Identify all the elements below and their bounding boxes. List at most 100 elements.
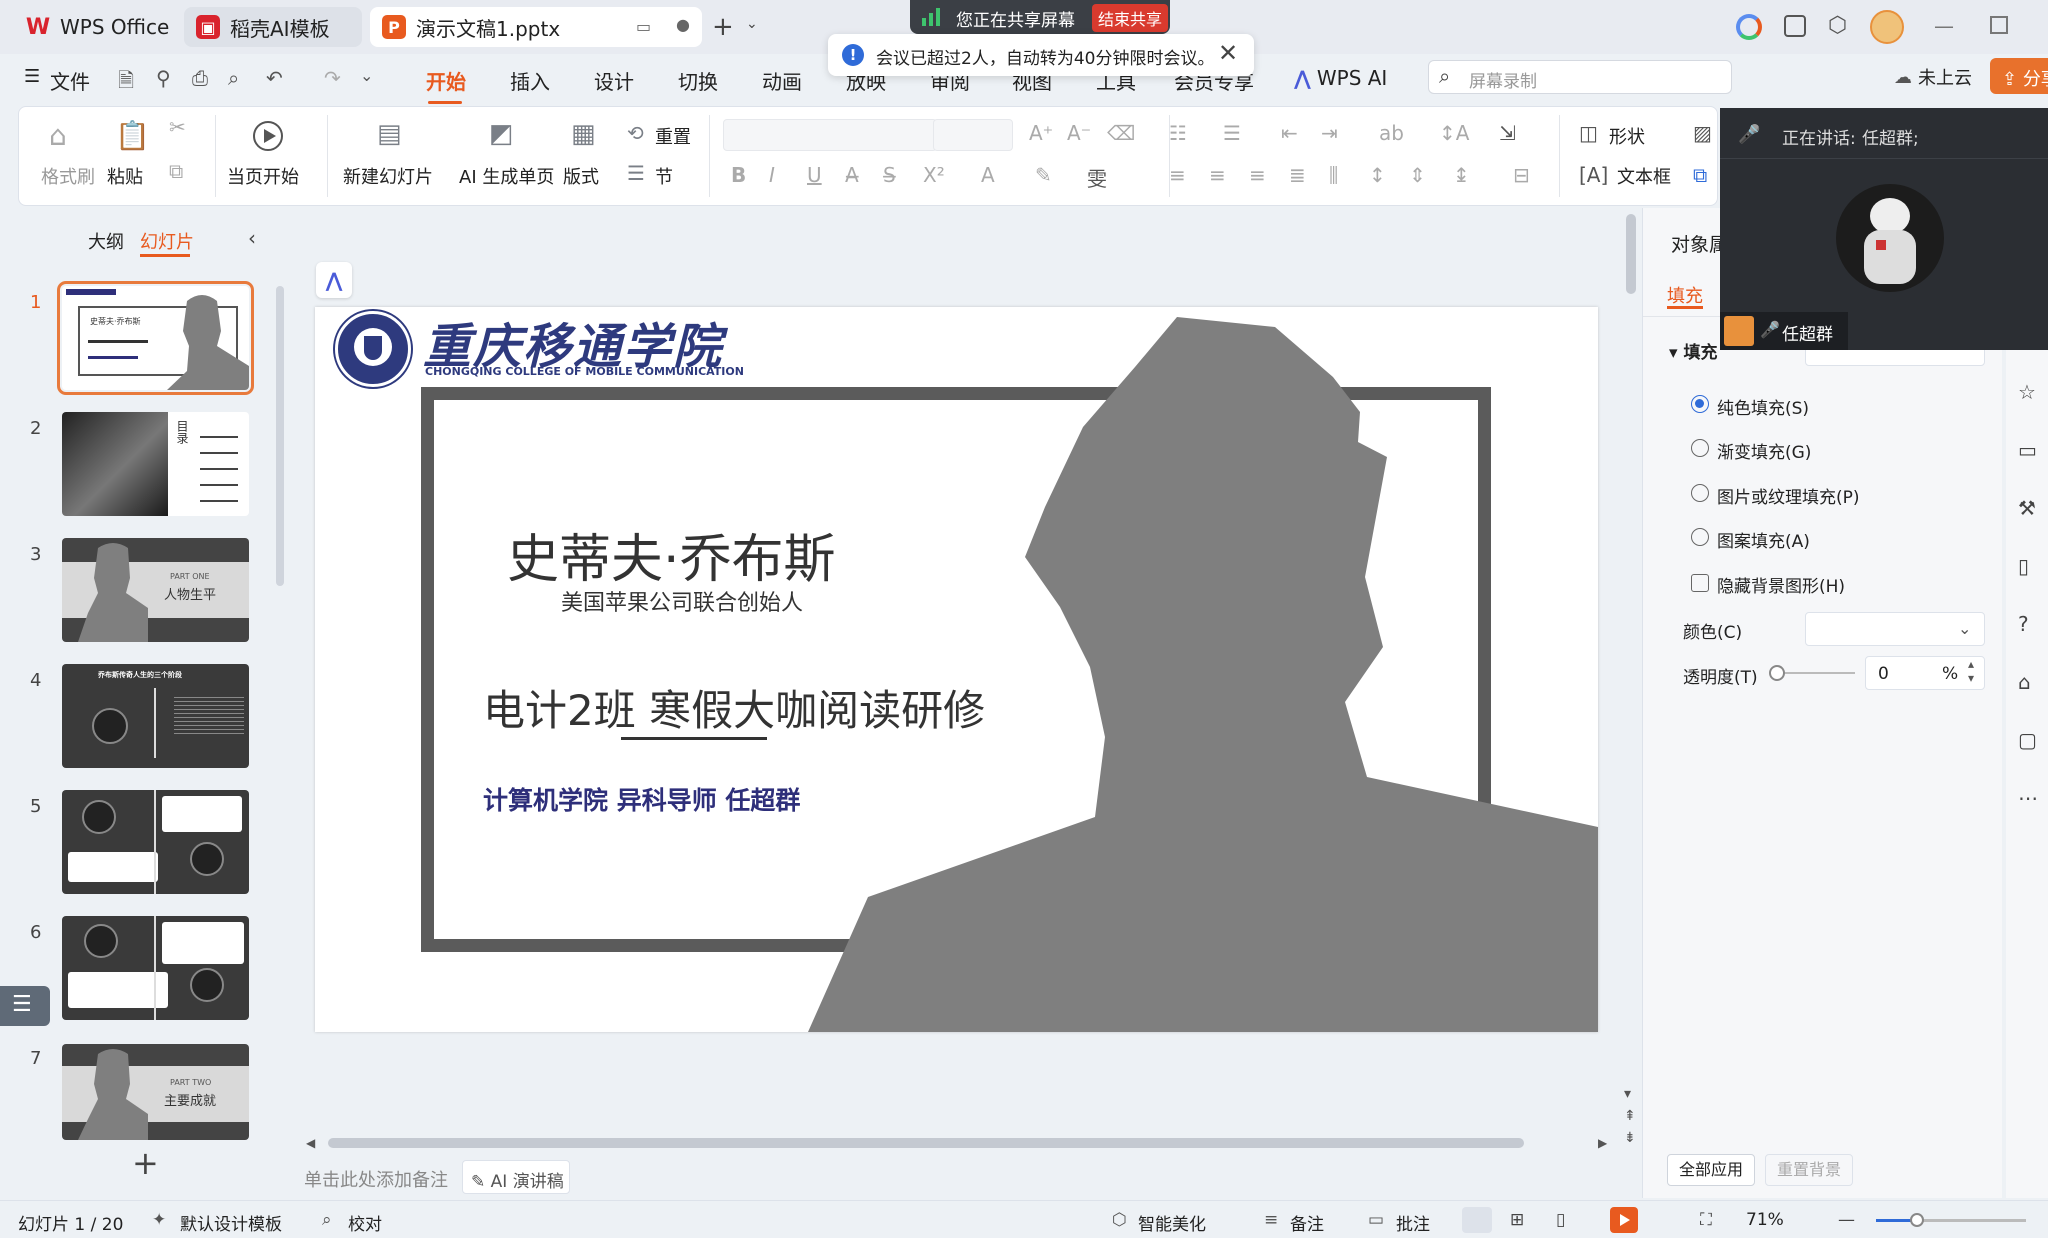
bullets-icon[interactable]: ☷ [1169, 121, 1187, 145]
new-tab-icon[interactable]: + [712, 12, 734, 42]
slide-thumbnail-6[interactable] [62, 916, 249, 1020]
format-painter-button[interactable]: 格式刷 [41, 163, 95, 189]
font-size-select[interactable] [933, 119, 1013, 151]
print-icon[interactable]: ⎙ [192, 66, 208, 90]
next-slide-icon[interactable]: ⇟ [1624, 1130, 1636, 1146]
strike-icon[interactable]: A̶ [845, 163, 859, 187]
paragraph-spacing-icon[interactable]: ⇕ [1409, 163, 1426, 187]
design-template[interactable]: 默认设计模板 [180, 1210, 282, 1235]
spin-up-icon[interactable]: ▴ [1968, 657, 1974, 671]
zoom-level[interactable]: 71% [1746, 1210, 1784, 1230]
transparency-slider[interactable] [1775, 672, 1855, 674]
slideshow-play-icon[interactable] [1610, 1207, 1638, 1233]
minimize-icon[interactable]: — [1934, 14, 1954, 38]
option-picture-fill[interactable]: 图片或纹理填充(P) [1717, 483, 1860, 508]
option-solid-fill[interactable]: 纯色填充(S) [1717, 394, 1809, 419]
end-share-button[interactable]: 结束共享 [1092, 4, 1169, 32]
highlight-icon[interactable]: ✎ [1035, 163, 1052, 187]
shirt-icon[interactable]: ⌂ [2018, 670, 2031, 694]
menu-home[interactable]: 开始 [426, 66, 466, 95]
collapse-panel-icon[interactable]: ‹ [248, 226, 256, 250]
reading-view-icon[interactable]: ▯ [1556, 1210, 1565, 1230]
user-avatar[interactable] [1870, 10, 1904, 44]
indent-icon[interactable]: ⇥ [1321, 121, 1338, 145]
menu-transitions[interactable]: 切换 [678, 66, 718, 95]
text-direction-icon[interactable]: ab [1379, 121, 1404, 145]
line-spacing-icon[interactable]: ↕ [1369, 163, 1386, 187]
picture-icon[interactable]: ▨ [1693, 121, 1712, 145]
transparency-input[interactable]: 0 % ▴ ▾ [1865, 656, 1985, 690]
tab-dropdown-icon[interactable]: ⌄ [746, 16, 758, 32]
hide-bg-label[interactable]: 隐藏背景图形(H) [1717, 572, 1845, 597]
add-slide-icon[interactable]: + [132, 1144, 159, 1182]
save-icon[interactable]: 🗎 [118, 66, 134, 100]
slide-thumbnail-2[interactable]: 目录 [62, 412, 249, 516]
star-icon[interactable]: ☆ [2018, 380, 2036, 404]
italic-icon[interactable]: I [769, 163, 775, 187]
menu-file[interactable]: 文件 [50, 66, 90, 95]
zoom-slider-thumb[interactable] [1909, 1213, 1924, 1227]
distribute-icon[interactable]: ⫼ [1329, 163, 1338, 187]
share-button[interactable]: ⇪ 分享 [1990, 58, 2048, 94]
reset-button[interactable]: 重置 [655, 123, 691, 149]
monitor-icon[interactable]: ▭ [636, 17, 651, 36]
radio-pattern-fill[interactable] [1691, 528, 1709, 546]
menu-insert[interactable]: 插入 [510, 66, 550, 95]
phonetic-icon[interactable]: 雯 [1087, 163, 1107, 192]
book-icon[interactable]: ▯ [2018, 554, 2029, 578]
prev-slide-icon[interactable]: ⇞ [1624, 1108, 1636, 1124]
tab-slides[interactable]: 幻灯片 [140, 228, 194, 254]
numbering-icon[interactable]: ☰ [1223, 121, 1241, 145]
menu-animations[interactable]: 动画 [762, 66, 802, 95]
tab-presentation[interactable]: P 演示文稿1.pptx ▭ ● [370, 7, 702, 47]
slide-subtitle[interactable]: 美国苹果公司联合创始人 [561, 585, 803, 617]
slide-canvas[interactable]: 重庆移通学院 CHONGQING COLLEGE OF MOBILE COMMU… [315, 307, 1598, 1032]
horizontal-scrollbar[interactable] [328, 1138, 1524, 1148]
slide-thumbnail-7[interactable]: PART TWO 主要成就 [62, 1044, 249, 1140]
undo-icon[interactable]: ↶ [266, 66, 283, 90]
transparency-slider-thumb[interactable] [1769, 665, 1785, 681]
shape-button[interactable]: 形状 [1609, 123, 1645, 149]
slide-thumbnail-1[interactable]: 史蒂夫·乔布斯 [57, 281, 254, 395]
vertical-scrollbar[interactable] [1626, 214, 1636, 294]
sorter-view-icon[interactable]: ⊞ [1510, 1210, 1524, 1230]
wps-ai-button[interactable]: ⋀ WPS AI [1294, 66, 1387, 90]
option-gradient-fill[interactable]: 渐变填充(G) [1717, 438, 1811, 463]
textbox-button[interactable]: 文本框 [1617, 163, 1671, 189]
redo-icon[interactable]: ↷ [324, 66, 341, 90]
scroll-down-icon[interactable]: ▾ [1624, 1086, 1631, 1102]
slide-thumbnail-5[interactable] [62, 790, 249, 894]
shadow-icon[interactable]: S̶ [883, 163, 896, 187]
radio-solid-fill[interactable] [1691, 395, 1709, 413]
maximize-icon[interactable] [1990, 16, 2008, 34]
align-center-icon[interactable]: ≡ [1209, 163, 1226, 187]
arrange-icon[interactable]: ⧉ [1693, 163, 1707, 187]
print-preview-icon[interactable]: ⌕ [228, 66, 239, 90]
align-right-icon[interactable]: ≡ [1249, 163, 1266, 187]
outdent-icon[interactable]: ⇤ [1281, 121, 1298, 145]
thumb-scrollbar[interactable] [276, 286, 284, 586]
option-pattern-fill[interactable]: 图案填充(A) [1717, 527, 1810, 552]
sort-icon[interactable]: ↕A [1439, 121, 1469, 145]
comment-icon[interactable]: ▭ [2018, 438, 2037, 462]
copy-icon[interactable]: ⧉ [169, 159, 183, 183]
window-manager-icon[interactable] [1784, 15, 1806, 37]
smart-beautify-button[interactable]: 智能美化 [1138, 1210, 1206, 1235]
spin-down-icon[interactable]: ▾ [1968, 671, 1974, 685]
share-link-icon[interactable]: ⚲ [156, 66, 171, 90]
tab-outline[interactable]: 大纲 [88, 228, 124, 254]
section-fill-header[interactable]: ▾ 填充 [1669, 338, 1717, 363]
increase-font-icon[interactable]: A⁺ [1029, 121, 1053, 145]
align-left-icon[interactable]: ≡ [1169, 163, 1186, 187]
notes-placeholder[interactable]: 单击此处添加备注 [304, 1166, 448, 1192]
slide-author[interactable]: 计算机学院 异科导师 任超群 [483, 781, 800, 817]
layout-button[interactable]: 版式 [563, 163, 599, 189]
bold-icon[interactable]: B [731, 163, 746, 187]
column-icon[interactable]: ⊟ [1513, 163, 1530, 187]
radio-picture-fill[interactable] [1691, 484, 1709, 502]
justify-icon[interactable]: ≣ [1289, 163, 1306, 187]
reset-bg-button[interactable]: 重置背景 [1765, 1154, 1853, 1186]
quick-access-dropdown-icon[interactable]: ⌄ [360, 66, 373, 85]
play-from-current-button[interactable]: 当页开始 [227, 163, 299, 189]
spacing-more-icon[interactable]: ↨ [1453, 163, 1470, 187]
